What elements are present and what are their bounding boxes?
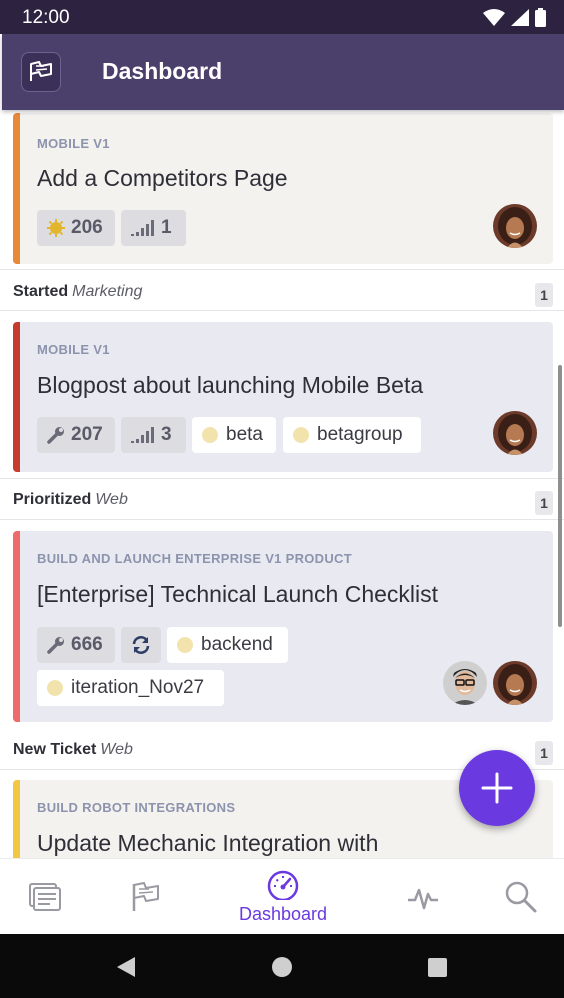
label-dot	[47, 680, 63, 696]
label-text: backend	[201, 634, 273, 655]
plus-icon	[481, 772, 513, 804]
section-count: 1	[535, 491, 553, 515]
label-text: betagroup	[317, 424, 403, 445]
story-card[interactable]: MOBILE V1 Blogpost about launching Mobil…	[13, 322, 553, 472]
dashboard-list[interactable]: MOBILE V1 Add a Competitors Page 206 1 S…	[0, 110, 564, 858]
section-state: Started	[13, 283, 69, 300]
story-id: 207	[71, 424, 103, 445]
card-accent	[13, 113, 20, 264]
card-accent	[13, 322, 20, 472]
label-dot	[202, 427, 218, 443]
workflow-section-header: Prioritized Web 1	[13, 491, 553, 517]
priority-value: 1	[161, 217, 172, 238]
priority-chip[interactable]: 1	[121, 210, 186, 246]
nav-activity[interactable]	[400, 859, 446, 935]
story-card[interactable]: BUILD AND LAUNCH ENTERPRISE V1 PRODUCT […	[13, 531, 553, 722]
label-text: iteration_Nov27	[71, 677, 205, 698]
activity-icon	[408, 888, 438, 910]
section-team: Marketing	[72, 283, 143, 300]
label-dot	[177, 637, 193, 653]
section-divider	[0, 478, 564, 479]
status-bar: 12:00	[0, 0, 564, 34]
flag-icon	[30, 61, 52, 81]
story-id-chip[interactable]: 666	[37, 627, 115, 663]
section-divider	[0, 269, 564, 270]
owner-avatar[interactable]	[493, 411, 537, 455]
label-chip[interactable]: iteration_Nov27	[37, 670, 224, 706]
nav-search[interactable]	[498, 859, 544, 935]
card-accent	[13, 531, 20, 722]
epics-flag-icon	[132, 882, 159, 911]
stories-icon	[29, 883, 61, 911]
owner-avatar[interactable]	[493, 661, 537, 705]
signal-icon	[511, 8, 529, 26]
label-dot	[293, 427, 309, 443]
owner-avatar[interactable]	[493, 204, 537, 248]
sync-chip[interactable]	[121, 627, 161, 663]
owner-avatar[interactable]	[443, 661, 487, 705]
page-title: Dashboard	[102, 58, 223, 84]
nav-dashboard-label: Dashboard	[238, 903, 328, 924]
workflow-section-header: Started Marketing 1	[13, 283, 553, 309]
section-state: Prioritized	[13, 491, 92, 508]
dashboard-icon	[267, 870, 299, 900]
recents-icon[interactable]	[428, 958, 447, 977]
scrollbar[interactable]	[558, 365, 562, 627]
wrench-icon	[47, 637, 64, 654]
battery-icon	[535, 7, 546, 27]
label-chip[interactable]: betagroup	[283, 417, 421, 453]
priority-bars-icon	[131, 220, 154, 236]
label-chip[interactable]: backend	[167, 627, 288, 663]
nav-stories[interactable]	[22, 859, 68, 935]
home-icon[interactable]	[272, 957, 292, 977]
card-accent	[13, 780, 20, 858]
card-project: BUILD ROBOT INTEGRATIONS	[37, 800, 236, 815]
story-id-chip[interactable]: 206	[37, 210, 115, 246]
card-project: MOBILE V1	[37, 342, 110, 357]
status-icons	[483, 7, 546, 27]
priority-chip[interactable]: 3	[121, 417, 186, 453]
label-chip[interactable]: beta	[192, 417, 276, 453]
priority-bars-icon	[131, 427, 154, 443]
story-card[interactable]: MOBILE V1 Add a Competitors Page 206 1	[13, 113, 553, 264]
section-team: Web	[95, 491, 128, 508]
back-icon[interactable]	[115, 956, 137, 978]
priority-value: 3	[161, 424, 172, 445]
section-divider	[0, 519, 564, 520]
section-count: 1	[535, 741, 553, 765]
wifi-icon	[483, 8, 505, 26]
card-title: Blogpost about launching Mobile Beta	[37, 372, 424, 398]
card-title: Add a Competitors Page	[37, 165, 288, 191]
add-story-button[interactable]	[459, 750, 535, 826]
wrench-icon	[47, 427, 64, 444]
section-divider	[0, 310, 564, 311]
card-project: MOBILE V1	[37, 136, 110, 151]
card-title: [Enterprise] Technical Launch Checklist	[37, 581, 439, 607]
bug-icon	[47, 219, 65, 237]
sync-icon	[132, 636, 150, 654]
nav-dashboard[interactable]: Dashboard	[232, 859, 334, 935]
app-bar: Dashboard	[2, 34, 564, 110]
status-time: 12:00	[22, 7, 70, 28]
section-team: Web	[100, 741, 133, 758]
label-text: beta	[226, 424, 263, 445]
section-state: New Ticket	[13, 741, 97, 758]
story-id: 206	[71, 217, 103, 238]
section-count: 1	[535, 283, 553, 307]
story-id: 666	[71, 634, 103, 655]
search-icon	[505, 881, 537, 913]
epics-menu-button[interactable]	[21, 52, 61, 92]
story-id-chip[interactable]: 207	[37, 417, 115, 453]
nav-epics[interactable]	[122, 859, 168, 935]
card-project: BUILD AND LAUNCH ENTERPRISE V1 PRODUCT	[37, 551, 352, 566]
card-title: Update Mechanic Integration with	[37, 830, 379, 856]
bottom-navigation: Dashboard	[0, 858, 564, 934]
system-navigation-bar	[0, 934, 564, 998]
